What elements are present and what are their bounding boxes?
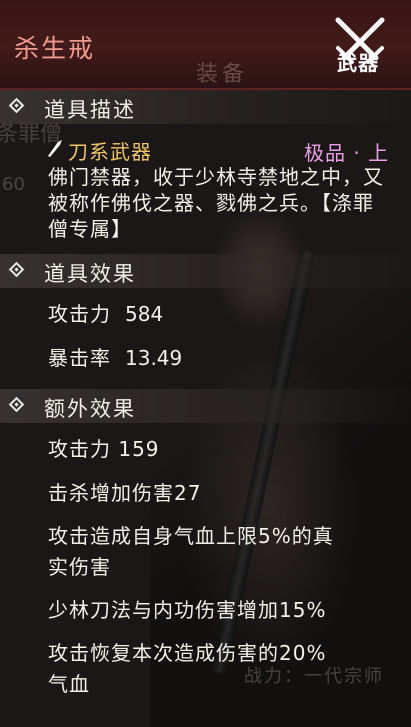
knife-icon	[48, 140, 62, 157]
section-extra-title: 额外效果	[44, 397, 136, 421]
stat-value: 584	[125, 302, 164, 326]
background-tab-label: 装备	[196, 62, 249, 87]
stat-label: 攻击力	[48, 302, 111, 326]
weapon-type: 刀系武器	[68, 140, 152, 164]
diamond-bullet-icon	[8, 97, 25, 114]
stat-row: 暴击率 13.49	[48, 342, 182, 371]
extra-effect-line: 气血	[48, 672, 90, 696]
extra-effect-line: 击杀增加伤害27	[48, 481, 202, 505]
background-power-text: 战力：一代宗师	[244, 666, 384, 687]
stat-label: 暴击率	[48, 346, 111, 370]
extra-effect-line: 攻击力 159	[48, 437, 160, 461]
extra-effect-line: 实伤害	[48, 555, 111, 579]
stat-value: 13.49	[125, 346, 183, 370]
extra-effect-line: 攻击造成自身气血上限5%的真	[48, 524, 334, 548]
background-level: 60	[2, 174, 25, 195]
section-extra-header: 额外效果	[0, 389, 411, 423]
section-description-header: 道具描述	[0, 90, 411, 124]
item-description: 佛门禁器，收于少林寺禁地之中，又被称作佛伐之器、戮佛之兵。【涤罪僧专属】	[48, 165, 384, 241]
diamond-bullet-icon	[8, 261, 25, 278]
extra-effect-line: 少林刀法与内功伤害增加15%	[48, 598, 327, 622]
weapon-badge-label: 武器	[337, 51, 379, 75]
section-effects-header: 道具效果	[0, 254, 411, 288]
section-effects-title: 道具效果	[44, 262, 136, 286]
item-quality: 极品 · 上	[304, 141, 390, 165]
section-description-title: 道具描述	[44, 98, 136, 122]
diamond-bullet-icon	[8, 396, 25, 413]
stat-row: 攻击力 584	[48, 298, 163, 327]
item-title: 杀生戒	[14, 34, 96, 63]
